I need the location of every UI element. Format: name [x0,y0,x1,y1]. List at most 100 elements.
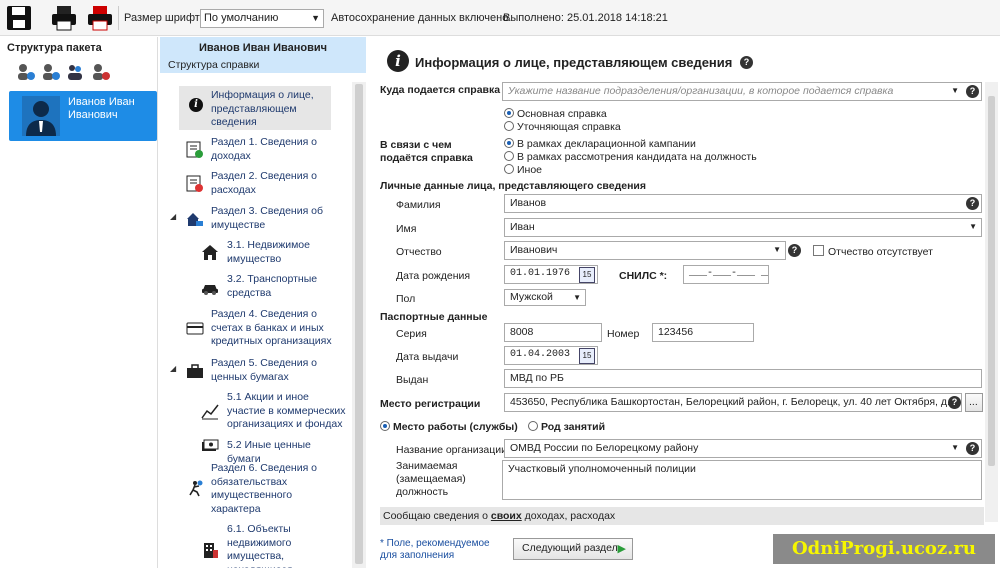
position-field[interactable]: Участковый уполномоченный полиции [502,460,982,500]
number-label: Номер [607,328,640,340]
autosave-status: Автосохранение данных включено. [331,12,512,24]
radio-occupation[interactable]: Род занятий [528,421,605,433]
nav-item-vehicles[interactable]: 3.2. Транспортные средства [227,273,337,300]
radio-label: Уточняющая справка [517,121,621,133]
help-icon[interactable]: ? [966,442,979,455]
avatar [22,96,60,136]
series-field[interactable]: 8008 [504,323,602,342]
nav-item-obligations[interactable]: Раздел 6. Сведения о обязательствах имущ… [211,462,331,516]
building-icon [204,543,218,558]
radio-other[interactable]: Иное [504,164,542,176]
add-child-icon[interactable] [66,63,86,81]
calendar-icon[interactable]: 15 [579,348,595,364]
person-name: Иванов Иван Иванович [68,96,135,121]
print-preview-icon[interactable] [86,4,114,32]
birth-date-label: Дата рождения [396,270,471,282]
next-section-button[interactable]: Следующий раздел ▶ [513,538,633,560]
nav-item-bank-accounts[interactable]: Раздел 4. Сведения о счетах в банках и и… [211,308,336,349]
income-icon [186,141,203,158]
personal-data-header: Личные данные лица, представляющего свед… [380,180,646,192]
radio-label: Иное [517,164,543,176]
nav-item-real-estate[interactable]: 3.1. Недвижимое имущество [227,239,337,266]
add-spouse-icon[interactable] [41,63,61,81]
package-structure-title: Структура пакета [7,42,102,54]
radio-circle [504,138,514,148]
help-icon[interactable]: ? [966,85,979,98]
add-person-icon[interactable] [16,63,36,81]
nav-item-income[interactable]: Раздел 1. Сведения о доходах [211,136,331,163]
where-input[interactable]: Укажите название подразделения/организац… [502,82,982,101]
bank-card-icon [186,322,204,335]
report-header: Иванов Иван Иванович Структура справки [160,37,366,73]
radio-label: Род занятий [541,421,606,433]
font-size-select[interactable]: По умолчанию ▼ [200,9,324,28]
name-field[interactable]: Иван ▼ [504,218,982,237]
sex-select[interactable]: Мужской ▼ [504,289,586,306]
org-name-field[interactable]: ОМВД России по Белорецкому району ▼ [504,439,982,458]
radio-label: Место работы (службы) [393,421,518,433]
radio-clarifying-report[interactable]: Уточняющая справка [504,121,621,133]
nav-item-property[interactable]: Раздел 3. Сведения об имуществе [211,205,331,232]
person-card[interactable]: Иванов Иван Иванович [9,91,157,141]
radio-main-report[interactable]: Основная справка [504,108,607,120]
no-patronymic-checkbox[interactable] [813,245,824,256]
help-icon[interactable]: ? [788,244,801,257]
radio-declaration-campaign[interactable]: В рамках декларационной кампании [504,138,696,150]
info-icon: i [387,50,409,72]
registration-field[interactable]: 453650, Республика Башкортостан, Белорец… [504,393,962,412]
radio-circle [504,108,514,118]
add-minor-icon[interactable] [91,63,111,81]
house-icon [202,245,218,260]
form-scrollbar[interactable] [985,82,998,522]
no-patronymic-label: Отчество отсутствует [828,246,933,258]
nav-scrollbar[interactable] [352,82,366,568]
save-icon[interactable] [5,4,33,32]
strip-text-own: своих [490,510,522,522]
reason-label: В связи с чем подаётся справка [380,139,473,164]
nav-item-shares[interactable]: 5.1 Акции и иное участие в коммерческих … [227,391,347,432]
help-icon[interactable]: ? [740,56,753,69]
radio-workplace[interactable]: Место работы (службы) [380,421,518,433]
help-icon[interactable]: ? [966,197,979,210]
font-size-label: Размер шрифта: [124,12,209,24]
nav-item-real-estate-objects[interactable]: 6.1. Объекты недвижимого имущества, нахо… [227,523,347,568]
collapse-icon[interactable]: ◢ [170,212,176,221]
patronymic-label: Отчество [396,246,442,258]
nav-item-person-info[interactable]: i Информация о лице, представляющем свед… [179,86,331,130]
nav-item-expenses[interactable]: Раздел 2. Сведения о расходах [211,170,331,197]
org-name-value: ОМВД России по Белорецкому району [510,442,699,454]
patronymic-field[interactable]: Иванович ▼ [504,241,786,260]
position-label: Занимаемая (замещаемая) должность [396,460,466,498]
name-label: Имя [396,223,417,235]
collapse-icon[interactable]: ◢ [170,364,176,373]
radio-label: В рамках рассмотрения кандидата на должн… [517,151,757,163]
surname-field[interactable]: Иванов [504,194,982,213]
radio-label: В рамках декларационной кампании [517,138,696,150]
issued-by-field[interactable]: МВД по РБ [504,369,982,388]
radio-candidate[interactable]: В рамках рассмотрения кандидата на должн… [504,151,757,163]
surname-label: Фамилия [396,199,441,211]
obligations-icon [189,480,203,497]
scrollbar-thumb[interactable] [988,96,995,466]
package-structure-panel: Структура пакета Иванов Иван Иванович [0,37,158,568]
number-field[interactable]: 123456 [652,323,754,342]
font-size-value: По умолчанию [204,12,279,24]
expenses-icon [186,175,203,192]
series-label: Серия [396,328,427,340]
calendar-icon[interactable]: 15 [579,267,595,283]
snils-field[interactable]: ___-___-___ __ [683,265,769,284]
org-name-label: Название организации [396,444,508,456]
chevron-down-icon: ▼ [951,86,959,95]
browse-button[interactable]: ... [965,393,983,412]
report-structure-title: Структура справки [168,59,260,71]
strip-text: Сообщаю сведения о [383,510,491,522]
next-section-label: Следующий раздел [522,542,618,554]
chevron-down-icon: ▼ [969,222,977,231]
sex-value: Мужской [510,291,553,303]
briefcase-icon [187,364,203,378]
print-icon[interactable] [50,4,78,32]
scrollbar-thumb[interactable] [355,84,363,564]
nav-item-securities[interactable]: Раздел 5. Сведения о ценных бумагах [211,357,331,384]
help-icon[interactable]: ? [948,396,961,409]
toolbar-separator [118,6,119,30]
